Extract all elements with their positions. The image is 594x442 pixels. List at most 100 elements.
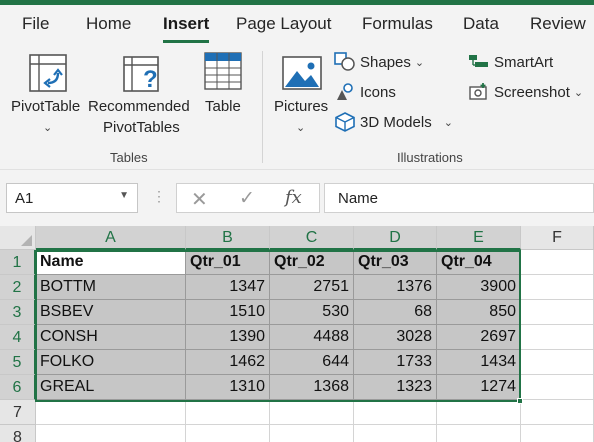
cell[interactable] xyxy=(521,375,594,400)
cell[interactable]: GREAL xyxy=(36,375,186,400)
cell[interactable] xyxy=(270,400,354,425)
tab-insert[interactable]: Insert xyxy=(163,14,209,34)
shapes-button[interactable]: Shapes ⌄ xyxy=(334,52,424,72)
header-cell[interactable]: Name xyxy=(36,250,186,275)
cell[interactable]: 1347 xyxy=(186,275,270,300)
name-box[interactable]: A1 ▼ xyxy=(6,183,138,213)
cell[interactable]: 530 xyxy=(270,300,354,325)
3d-models-label: 3D Models xyxy=(360,113,432,131)
formula-bar: A1 ▼ ⋮ ✕ ✓ fx Name xyxy=(0,178,594,218)
cell[interactable]: 3900 xyxy=(437,275,521,300)
tab-formulas[interactable]: Formulas xyxy=(362,14,433,34)
cell[interactable] xyxy=(521,350,594,375)
smartart-button[interactable]: SmartArt xyxy=(468,52,553,72)
cell[interactable]: 1462 xyxy=(186,350,270,375)
cell[interactable] xyxy=(521,275,594,300)
row-header-6[interactable]: 6 xyxy=(0,375,36,400)
cell[interactable] xyxy=(437,400,521,425)
tab-home[interactable]: Home xyxy=(86,14,131,34)
cell[interactable] xyxy=(186,400,270,425)
column-header-d[interactable]: D xyxy=(354,226,437,250)
cell[interactable] xyxy=(521,400,594,425)
icons-button[interactable]: Icons xyxy=(334,82,396,102)
cell[interactable]: 1510 xyxy=(186,300,270,325)
insert-function-icon[interactable]: fx xyxy=(285,187,302,208)
column-header-c[interactable]: C xyxy=(270,226,354,250)
row-header-7[interactable]: 7 xyxy=(0,400,36,425)
cell[interactable] xyxy=(186,425,270,442)
fill-handle[interactable] xyxy=(517,398,523,404)
cancel-icon[interactable]: ✕ xyxy=(191,187,208,212)
cell[interactable]: 1733 xyxy=(354,350,437,375)
cell[interactable]: FOLKO xyxy=(36,350,186,375)
screenshot-label: Screenshot xyxy=(494,83,570,101)
cell[interactable] xyxy=(521,300,594,325)
cell[interactable]: BOTTM xyxy=(36,275,186,300)
screenshot-button[interactable]: Screenshot ⌄ xyxy=(468,82,583,102)
column-header-b[interactable]: B xyxy=(186,226,270,250)
cell[interactable]: 68 xyxy=(354,300,437,325)
cell[interactable]: 1434 xyxy=(437,350,521,375)
row-header-3[interactable]: 3 xyxy=(0,300,36,325)
pivottable-label: PivotTable xyxy=(11,98,81,115)
cell[interactable]: BSBEV xyxy=(36,300,186,325)
tab-file[interactable]: File xyxy=(22,14,49,34)
cell[interactable]: 1390 xyxy=(186,325,270,350)
header-cell[interactable]: Qtr_02 xyxy=(270,250,354,275)
cell[interactable] xyxy=(354,425,437,442)
cell[interactable] xyxy=(36,400,186,425)
header-cell[interactable]: Qtr_03 xyxy=(354,250,437,275)
cell[interactable] xyxy=(270,425,354,442)
formula-buttons: ✕ ✓ fx xyxy=(176,183,320,213)
cell[interactable]: 1274 xyxy=(437,375,521,400)
column-header-f[interactable]: F xyxy=(521,226,594,250)
cell[interactable]: 850 xyxy=(437,300,521,325)
column-header-a[interactable]: A xyxy=(36,226,186,250)
cell[interactable]: 4488 xyxy=(270,325,354,350)
cell[interactable]: 1310 xyxy=(186,375,270,400)
formula-input[interactable]: Name xyxy=(324,183,594,213)
cell[interactable]: 2751 xyxy=(270,275,354,300)
enter-icon[interactable]: ✓ xyxy=(239,187,255,210)
cube-icon xyxy=(335,112,355,132)
tab-data[interactable]: Data xyxy=(463,14,499,34)
3d-models-button[interactable]: 3D Models ⌄ xyxy=(334,112,453,132)
row-header-4[interactable]: 4 xyxy=(0,325,36,350)
cell[interactable] xyxy=(521,425,594,442)
chevron-down-icon: ⌄ xyxy=(573,86,584,99)
select-all-corner[interactable] xyxy=(0,226,36,250)
pivottable-icon xyxy=(29,54,67,92)
cell[interactable] xyxy=(521,250,594,275)
cell[interactable]: 1368 xyxy=(270,375,354,400)
row-header-8[interactable]: 8 xyxy=(0,425,36,442)
screenshot-icon xyxy=(469,83,487,100)
cell[interactable] xyxy=(521,325,594,350)
cell[interactable]: 1376 xyxy=(354,275,437,300)
cell[interactable] xyxy=(437,425,521,442)
chevron-down-icon[interactable]: ▼ xyxy=(119,190,129,201)
more-options-icon[interactable]: ⋮ xyxy=(152,188,166,205)
cell[interactable]: CONSH xyxy=(36,325,186,350)
cell[interactable] xyxy=(354,400,437,425)
chevron-down-icon: ⌄ xyxy=(443,116,453,129)
cell[interactable] xyxy=(36,425,186,442)
chevron-down-icon: ⌄ xyxy=(43,122,53,134)
row-header-5[interactable]: 5 xyxy=(0,350,36,375)
group-separator xyxy=(262,51,263,163)
pictures-label: Pictures xyxy=(274,98,329,115)
header-cell[interactable]: Qtr_04 xyxy=(437,250,521,275)
cell[interactable]: 3028 xyxy=(354,325,437,350)
cell[interactable]: 1323 xyxy=(354,375,437,400)
tab-review[interactable]: Review xyxy=(530,14,586,34)
pictures-icon xyxy=(282,56,322,90)
cell[interactable]: 2697 xyxy=(437,325,521,350)
cell[interactable]: 644 xyxy=(270,350,354,375)
header-cell[interactable]: Qtr_01 xyxy=(186,250,270,275)
column-header-e[interactable]: E xyxy=(437,226,521,250)
icons-icon xyxy=(337,83,353,100)
row-header-2[interactable]: 2 xyxy=(0,275,36,300)
row-header-1[interactable]: 1 xyxy=(0,250,36,275)
svg-text:?: ? xyxy=(143,66,158,93)
smartart-icon xyxy=(469,55,488,67)
tab-page-layout[interactable]: Page Layout xyxy=(236,14,331,34)
